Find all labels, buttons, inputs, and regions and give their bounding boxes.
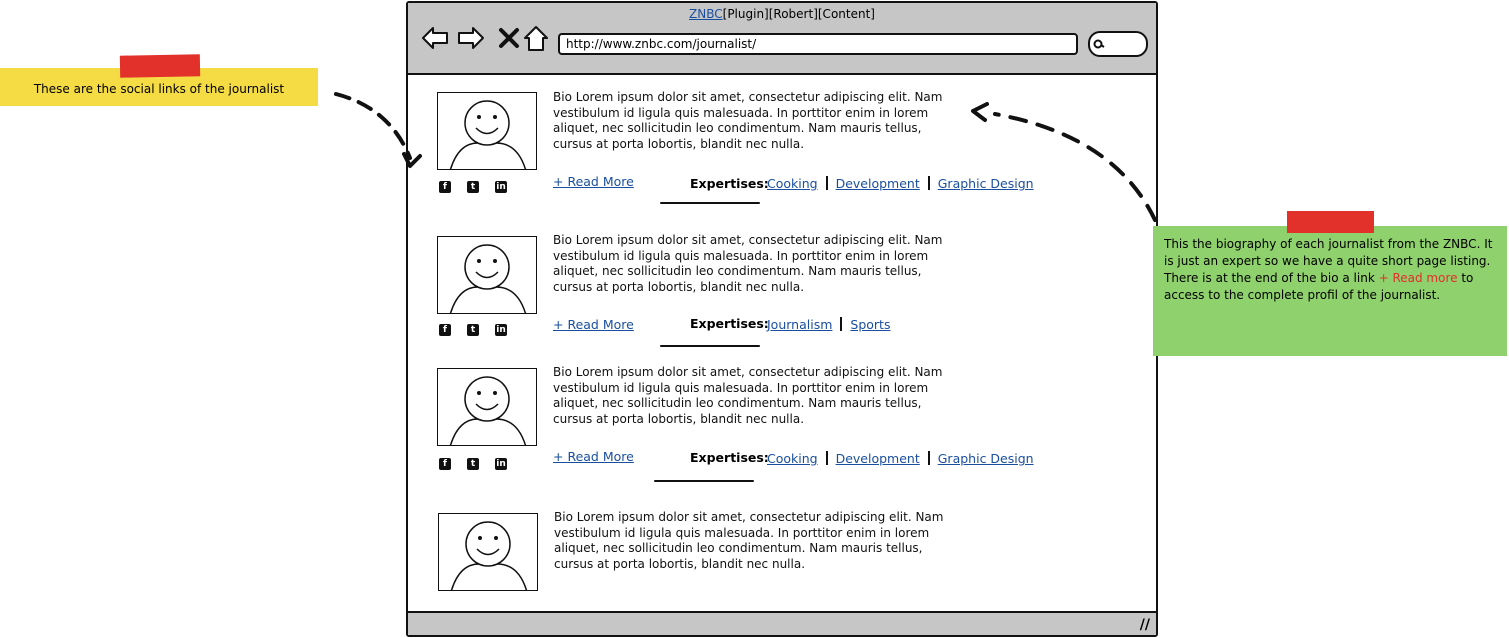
entry-divider xyxy=(660,202,760,204)
note-highlight: + Read more xyxy=(1378,271,1458,285)
avatar-icon xyxy=(449,244,527,313)
journalist-photo xyxy=(437,236,537,314)
url-input[interactable]: http://www.znbc.com/journalist/ xyxy=(558,33,1078,55)
avatar-icon xyxy=(450,521,528,590)
tape xyxy=(119,54,201,78)
separator xyxy=(927,451,930,465)
social-links: f t in xyxy=(439,455,523,470)
window-title: ZNBC[Plugin][Robert][Content] xyxy=(408,7,1156,21)
journalist-photo xyxy=(437,368,537,446)
social-links: f t in xyxy=(439,178,523,193)
linkedin-icon[interactable]: in xyxy=(495,458,507,470)
read-more-link[interactable]: + Read More xyxy=(553,317,634,332)
twitter-icon[interactable]: t xyxy=(467,181,479,193)
read-more-link[interactable]: + Read More xyxy=(553,174,634,189)
expertises-label: Expertises: xyxy=(690,176,769,191)
facebook-icon[interactable]: f xyxy=(439,324,451,336)
tape xyxy=(1287,211,1374,233)
expertise-list: Cooking Development Graphic Design xyxy=(767,451,1034,466)
journalist-bio: Bio Lorem ipsum dolor sit amet, consecte… xyxy=(553,365,943,426)
social-links: f t in xyxy=(439,321,523,336)
twitter-icon[interactable]: t xyxy=(467,458,479,470)
forward-arrow-icon[interactable] xyxy=(456,23,486,53)
read-more-link[interactable]: + Read More xyxy=(553,449,634,464)
expertise-link[interactable]: Cooking xyxy=(767,176,818,191)
separator xyxy=(840,317,843,331)
journalist-bio: Bio Lorem ipsum dolor sit amet, consecte… xyxy=(554,510,944,571)
expertise-list: Journalism Sports xyxy=(767,317,890,332)
facebook-icon[interactable]: f xyxy=(439,458,451,470)
journalist-bio: Bio Lorem ipsum dolor sit amet, consecte… xyxy=(553,90,943,151)
journalist-bio: Bio Lorem ipsum dolor sit amet, consecte… xyxy=(553,233,943,294)
status-bar: // xyxy=(408,611,1156,635)
facebook-icon[interactable]: f xyxy=(439,181,451,193)
journalist-photo xyxy=(437,92,537,170)
linkedin-icon[interactable]: in xyxy=(495,181,507,193)
journalist-photo xyxy=(438,513,538,591)
expertise-link[interactable]: Journalism xyxy=(767,317,832,332)
expertises-label: Expertises: xyxy=(690,316,769,331)
arrow-to-social-icon xyxy=(334,92,422,168)
back-arrow-icon[interactable] xyxy=(420,23,450,53)
title-link[interactable]: ZNBC xyxy=(689,7,723,21)
expertises-label: Expertises: xyxy=(690,450,769,465)
expertise-link[interactable]: Development xyxy=(836,176,920,191)
linkedin-icon[interactable]: in xyxy=(495,324,507,336)
arrow-to-bio-icon xyxy=(971,102,1157,222)
expertise-link[interactable]: Sports xyxy=(850,317,890,332)
expertise-link[interactable]: Graphic Design xyxy=(938,451,1034,466)
home-icon[interactable] xyxy=(521,23,551,53)
browser-toolbar: ZNBC[Plugin][Robert][Content] http://www… xyxy=(408,3,1156,75)
note-biography: This the biography of each journalist fr… xyxy=(1153,226,1507,356)
expertise-link[interactable]: Development xyxy=(836,451,920,466)
search-box[interactable] xyxy=(1088,31,1148,57)
avatar-icon xyxy=(449,376,527,445)
search-icon xyxy=(1093,39,1105,49)
entry-divider xyxy=(654,480,754,482)
separator xyxy=(825,176,828,190)
close-x-icon[interactable] xyxy=(494,23,524,53)
separator xyxy=(825,451,828,465)
entry-divider xyxy=(660,345,760,347)
title-text: [Plugin][Robert][Content] xyxy=(722,7,875,21)
expertise-link[interactable]: Cooking xyxy=(767,451,818,466)
resize-grip-icon[interactable]: // xyxy=(1140,617,1150,633)
avatar-icon xyxy=(449,100,527,169)
twitter-icon[interactable]: t xyxy=(467,324,479,336)
separator xyxy=(927,176,930,190)
